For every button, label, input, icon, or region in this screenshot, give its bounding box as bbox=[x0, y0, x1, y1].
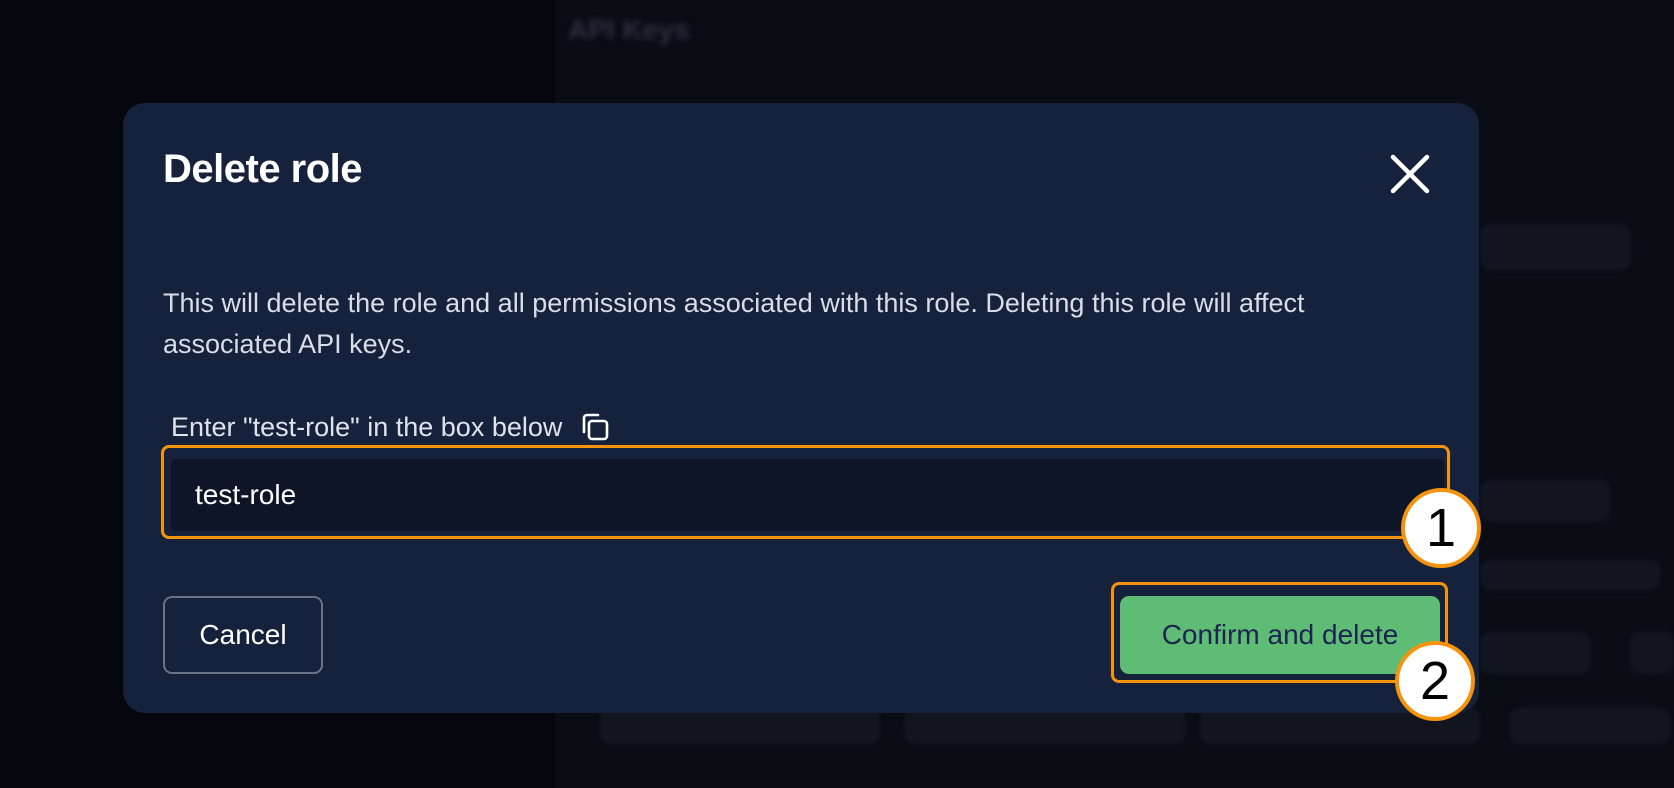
close-icon bbox=[1390, 154, 1430, 194]
background-page-title: API Keys bbox=[568, 14, 690, 45]
background-panel bbox=[1480, 632, 1590, 674]
dialog-description: This will delete the role and all permis… bbox=[163, 288, 1305, 359]
copy-icon-graphic bbox=[583, 413, 609, 441]
confirm-field-label: Enter "test-role" in the box below bbox=[171, 410, 612, 444]
background-panel bbox=[1480, 224, 1630, 270]
delete-role-dialog: Delete role This will delete the role an… bbox=[123, 103, 1479, 713]
cancel-button[interactable]: Cancel bbox=[163, 596, 323, 674]
background-panel bbox=[1480, 560, 1660, 590]
background-panel bbox=[1630, 632, 1674, 674]
confirm-field-label-text: Enter "test-role" in the box below bbox=[171, 411, 563, 442]
background-panel bbox=[600, 708, 880, 744]
background-panel bbox=[905, 708, 1185, 744]
close-button[interactable] bbox=[1385, 149, 1435, 199]
confirm-role-input[interactable] bbox=[171, 459, 1444, 531]
copy-icon[interactable] bbox=[578, 410, 612, 444]
background-panel bbox=[1480, 480, 1610, 522]
callout-1: 1 bbox=[1401, 488, 1481, 568]
callout-2: 2 bbox=[1395, 641, 1475, 721]
background-panel bbox=[1510, 708, 1670, 744]
dialog-title: Delete role bbox=[163, 147, 363, 191]
confirm-and-delete-button[interactable]: Confirm and delete bbox=[1120, 596, 1440, 674]
